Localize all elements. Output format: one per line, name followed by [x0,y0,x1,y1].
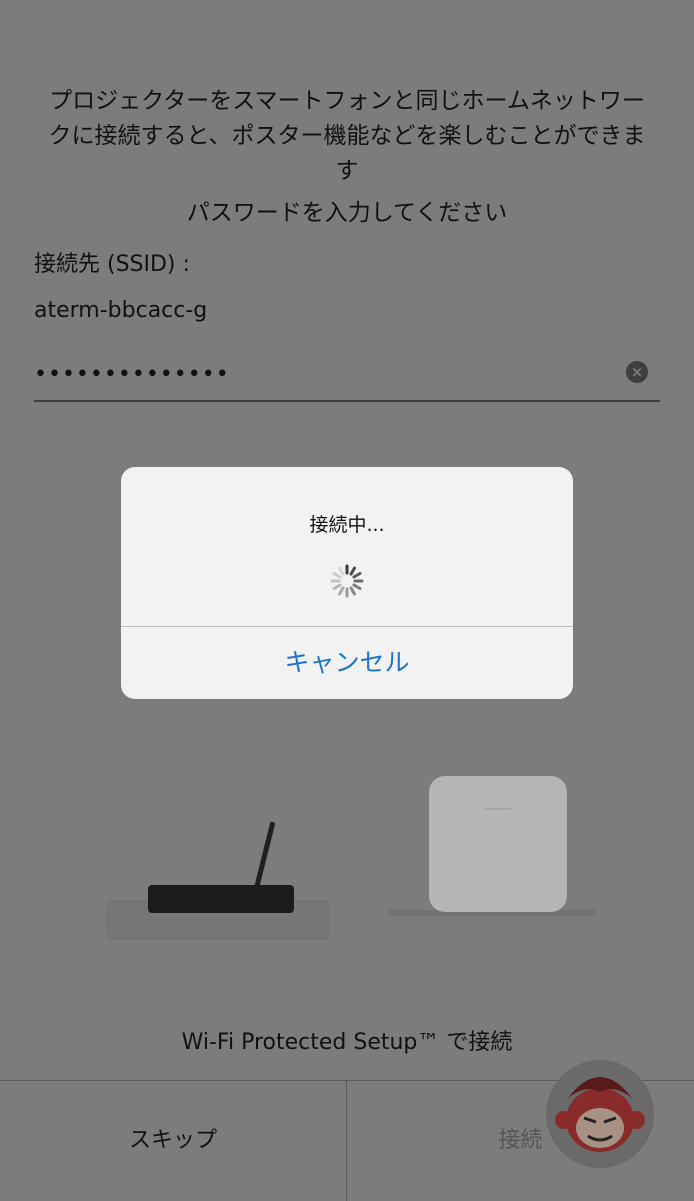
intro-text: プロジェクターをスマートフォンと同じホームネットワークに接続すると、ポスター機能… [48,88,646,184]
ssid-label: 接続先 (SSID) : [34,252,190,277]
password-field[interactable]: •••••••••••••• × [34,352,660,402]
monkey-logo-icon [546,1060,654,1168]
connecting-dialog: 接続中... キャンセル [121,467,573,699]
cancel-button[interactable]: キャンセル [121,627,573,699]
projector-detail [485,808,511,810]
dialog-title: 接続中... [309,514,385,536]
ssid-value: aterm-bbcacc-g [34,298,208,323]
clear-text-icon[interactable]: × [626,361,648,383]
projector-icon [429,776,567,912]
password-masked-value: •••••••••••••• [34,362,230,387]
router-antenna [254,821,276,889]
password-prompt: パスワードを入力してください [186,200,508,226]
wps-connect-text[interactable]: Wi-Fi Protected Setup™ で接続 [0,1026,694,1060]
skip-button[interactable]: スキップ [0,1081,346,1201]
router-icon [148,885,294,913]
activity-spinner-icon [330,564,364,598]
